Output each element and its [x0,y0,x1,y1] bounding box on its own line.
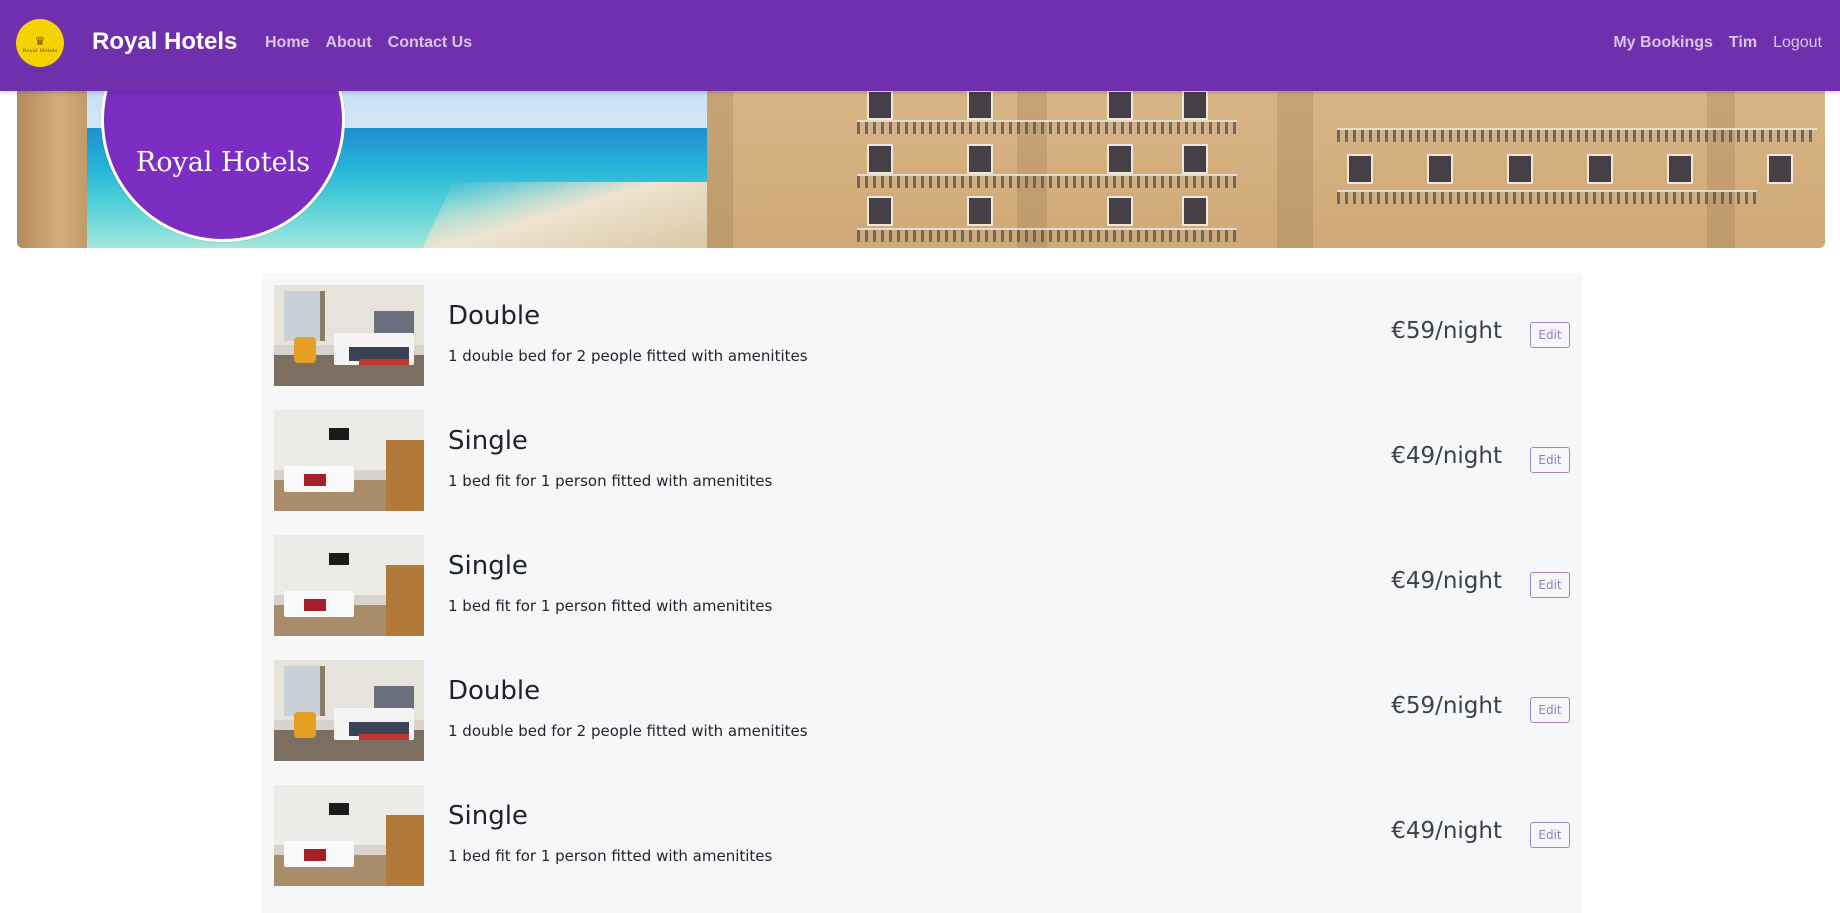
room-price: €59/night [1391,693,1502,719]
room-description: 1 double bed for 2 people fitted with am… [448,722,808,740]
edit-room-button[interactable]: Edit [1530,822,1570,848]
room-title: Single [448,801,528,831]
building-window [967,90,993,120]
building-window [867,144,893,174]
nav-link-home[interactable]: Home [257,34,317,52]
room-description: 1 bed fit for 1 person fitted with ameni… [448,847,773,865]
room-image [274,535,424,636]
room-card: Single 1 bed fit for 1 person fitted wit… [274,785,1570,886]
room-price: €49/night [1391,443,1502,469]
building-window [1182,144,1208,174]
logo-text: Royal Hotels [22,47,58,54]
room-price: €49/night [1391,568,1502,594]
room-image [274,285,424,386]
building-window [867,196,893,226]
balcony-railing [857,228,1237,242]
nav-link-logout[interactable]: Logout [1765,34,1830,52]
top-navbar: ♛ Royal Hotels Royal Hotels Home About C… [0,0,1840,91]
user-nav: My Bookings Tim Logout [1605,34,1830,52]
building-window [1667,154,1693,184]
brand-name-link[interactable]: Royal Hotels [92,28,237,56]
edit-room-button[interactable]: Edit [1530,322,1570,348]
nav-link-my-bookings[interactable]: My Bookings [1605,34,1721,52]
edit-room-button[interactable]: Edit [1530,447,1570,473]
hero-badge-text: Royal Hotels [135,147,311,178]
room-title: Double [448,676,541,706]
brand-logo-icon[interactable]: ♛ Royal Hotels [16,19,64,67]
building-window [1347,154,1373,184]
building-window [1182,90,1208,120]
building-window [1107,90,1133,120]
building-window [1507,154,1533,184]
building-window [867,90,893,120]
building-window [967,196,993,226]
building-window [1182,196,1208,226]
building-window [1107,144,1133,174]
room-image [274,660,424,761]
building-window [967,144,993,174]
room-card: Single 1 bed fit for 1 person fitted wit… [274,535,1570,636]
room-title: Double [448,301,541,331]
room-image [274,785,424,886]
room-description: 1 bed fit for 1 person fitted with ameni… [448,472,773,490]
room-description: 1 bed fit for 1 person fitted with ameni… [448,597,773,615]
building-window [1767,154,1793,184]
edit-room-button[interactable]: Edit [1530,572,1570,598]
room-description: 1 double bed for 2 people fitted with am… [448,347,808,365]
primary-nav: Home About Contact Us [257,34,480,52]
room-price: €59/night [1391,318,1502,344]
nav-link-user-name[interactable]: Tim [1721,34,1765,52]
balcony-railing [857,174,1237,188]
room-image [274,410,424,511]
room-list: Double 1 double bed for 2 people fitted … [262,273,1582,913]
room-card: Single 1 bed fit for 1 person fitted wit… [274,410,1570,511]
crown-icon: ♛ [34,33,46,48]
room-price: €49/night [1391,818,1502,844]
nav-link-contact-us[interactable]: Contact Us [380,34,480,52]
balcony-railing [1337,128,1817,142]
room-title: Single [448,551,528,581]
room-card: Double 1 double bed for 2 people fitted … [274,660,1570,761]
balcony-railing [857,120,1237,134]
building-window [1107,196,1133,226]
room-card: Double 1 double bed for 2 people fitted … [274,285,1570,386]
building-window [1587,154,1613,184]
nav-link-about[interactable]: About [317,34,379,52]
room-title: Single [448,426,528,456]
edit-room-button[interactable]: Edit [1530,697,1570,723]
building-window [1427,154,1453,184]
balcony-railing [1337,190,1757,204]
